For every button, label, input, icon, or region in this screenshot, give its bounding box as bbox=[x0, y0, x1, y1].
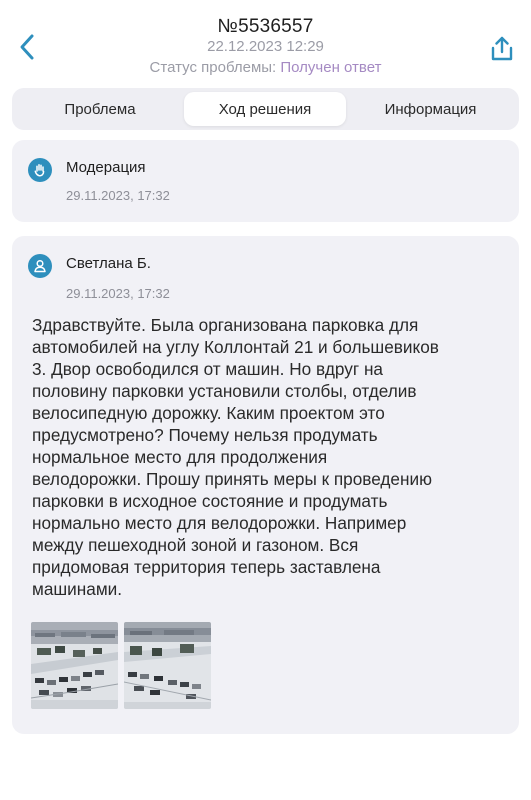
problem-datetime: 22.12.2023 12:29 bbox=[207, 38, 324, 55]
avatar bbox=[28, 254, 52, 278]
user-icon bbox=[34, 259, 46, 273]
event-date: 29.11.2023, 17:32 bbox=[66, 286, 170, 301]
tab-bar: Проблема Ход решения Информация bbox=[12, 88, 519, 130]
photo-thumbnail[interactable] bbox=[31, 622, 118, 709]
problem-status: Статус проблемы: Получен ответ bbox=[0, 59, 531, 76]
header: №5536557 22.12.2023 12:29 Статус проблем… bbox=[0, 0, 531, 84]
hand-icon bbox=[34, 164, 45, 177]
status-value: Получен ответ bbox=[280, 59, 382, 76]
event-card-moderation: Модерация 29.11.2023, 17:32 bbox=[12, 140, 519, 222]
share-button[interactable] bbox=[487, 32, 517, 66]
event-message: Здравствуйте. Была организована парковка… bbox=[32, 315, 439, 599]
photo-thumbnail[interactable] bbox=[124, 622, 211, 709]
event-date: 29.11.2023, 17:32 bbox=[66, 188, 170, 203]
tab-problem[interactable]: Проблема bbox=[18, 92, 182, 126]
event-author: Светлана Б. bbox=[66, 255, 151, 272]
share-icon bbox=[491, 36, 513, 61]
tab-progress[interactable]: Ход решения bbox=[184, 92, 346, 126]
event-author: Модерация bbox=[66, 159, 146, 176]
tab-information[interactable]: Информация bbox=[348, 92, 513, 126]
status-label: Статус проблемы: bbox=[149, 59, 277, 76]
page-title: №5536557 bbox=[217, 16, 314, 37]
event-card-comment: Светлана Б. 29.11.2023, 17:32 Здравствуй… bbox=[12, 236, 519, 734]
avatar bbox=[28, 158, 52, 182]
